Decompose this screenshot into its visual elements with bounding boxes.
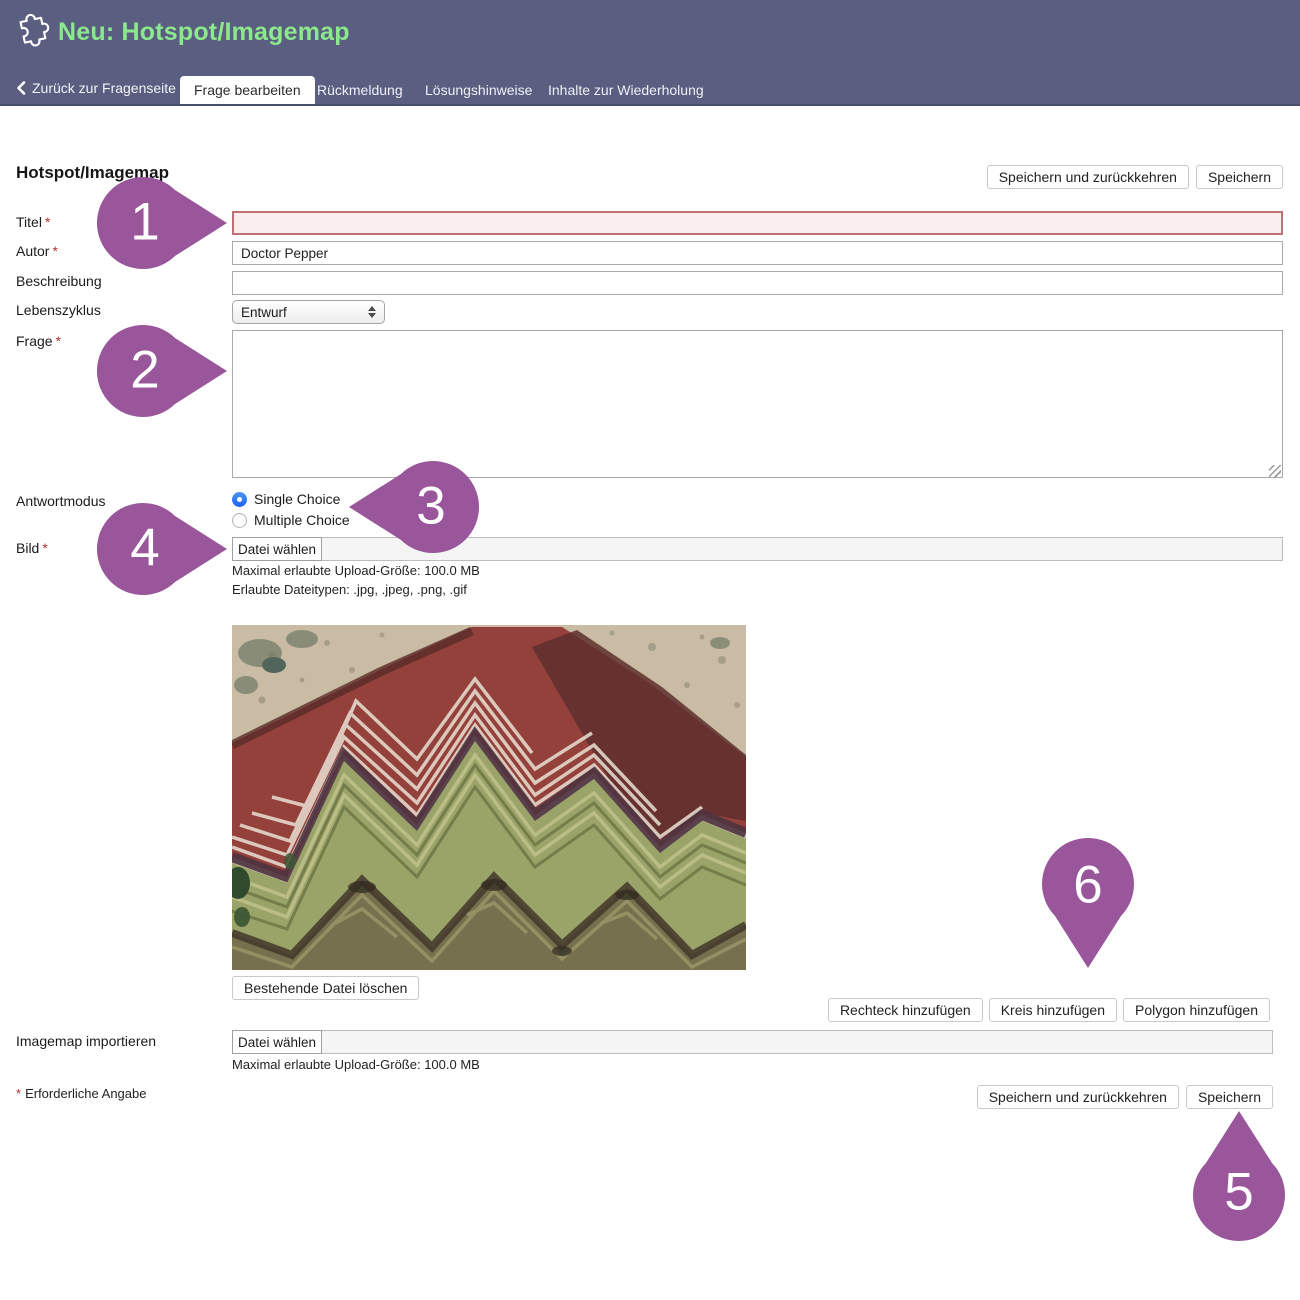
save-and-return-button-top[interactable]: Speichern und zurückkehren (987, 165, 1189, 189)
add-polygon-button[interactable]: Polygon hinzufügen (1123, 998, 1270, 1022)
radio-multiple-choice[interactable]: Multiple Choice (232, 512, 350, 528)
bottom-action-buttons: Speichern und zurückkehren Speichern (977, 1085, 1273, 1109)
save-button-top[interactable]: Speichern (1196, 165, 1283, 189)
up-down-stepper-icon (368, 306, 376, 318)
bild-choose-file-button[interactable]: Datei wählen (232, 537, 322, 561)
tab-rueckmeldung[interactable]: Rückmeldung (303, 76, 417, 104)
marker-number: 4 (130, 521, 159, 574)
resize-handle[interactable] (1269, 465, 1281, 477)
selected-option: Entwurf (241, 305, 287, 320)
app-header: Neu: Hotspot/Imagemap Zurück zur Fragens… (0, 0, 1300, 106)
marker-number: 6 (1073, 858, 1102, 911)
tab-label: Frage bearbeiten (194, 82, 301, 98)
bild-allowed-types-note: Erlaubte Dateitypen: .jpg, .jpeg, .png, … (232, 582, 467, 597)
autor-input[interactable] (232, 241, 1283, 265)
imagemap-max-upload-note: Maximal erlaubte Upload-Größe: 100.0 MB (232, 1057, 480, 1072)
titel-label: Titel* (16, 214, 50, 230)
save-and-return-button-bottom[interactable]: Speichern und zurückkehren (977, 1085, 1179, 1109)
required-fields-note: *Erforderliche Angabe (16, 1086, 146, 1101)
tab-inhalte-zur-wiederholung[interactable]: Inhalte zur Wiederholung (534, 76, 718, 104)
marker-number: 5 (1224, 1165, 1253, 1218)
imagemap-import-label: Imagemap importieren (16, 1033, 156, 1049)
tab-label: Lösungshinweise (425, 82, 532, 98)
autor-label: Autor* (16, 243, 58, 259)
lebenszyklus-select[interactable]: Entwurf (232, 300, 385, 324)
add-rectangle-button[interactable]: Rechteck hinzufügen (828, 998, 983, 1022)
bild-max-upload-note: Maximal erlaubte Upload-Größe: 100.0 MB (232, 563, 480, 578)
back-to-questions-link[interactable]: Zurück zur Fragenseite (16, 80, 176, 96)
page: Neu: Hotspot/Imagemap Zurück zur Fragens… (0, 0, 1300, 1300)
lebenszyklus-label: Lebenszyklus (16, 302, 101, 318)
marker-number: 1 (130, 195, 159, 248)
radio-unselected-icon (232, 513, 247, 528)
imagemap-file-value-field[interactable] (322, 1030, 1273, 1054)
marker-number: 2 (130, 343, 159, 396)
bild-label: Bild* (16, 540, 48, 556)
tab-loesungshinweise[interactable]: Lösungshinweise (411, 76, 546, 104)
puzzle-icon (11, 12, 51, 57)
frage-textarea[interactable] (232, 330, 1283, 478)
save-button-bottom[interactable]: Speichern (1186, 1085, 1273, 1109)
radio-single-choice[interactable]: Single Choice (232, 491, 340, 507)
radio-label: Multiple Choice (254, 512, 350, 528)
add-circle-button[interactable]: Kreis hinzufügen (989, 998, 1117, 1022)
delete-existing-file-button[interactable]: Bestehende Datei löschen (232, 976, 419, 1000)
marker-number: 3 (416, 479, 445, 532)
chevron-left-icon (16, 81, 26, 95)
beschreibung-input[interactable] (232, 271, 1283, 295)
top-action-buttons: Speichern und zurückkehren Speichern (987, 165, 1283, 189)
beschreibung-label: Beschreibung (16, 273, 102, 289)
tab-label: Rückmeldung (317, 82, 403, 98)
page-title: Neu: Hotspot/Imagemap (58, 18, 350, 47)
radio-selected-icon (232, 492, 247, 507)
back-link-label: Zurück zur Fragenseite (32, 80, 176, 96)
map-shape-buttons: Rechteck hinzufügen Kreis hinzufügen Pol… (828, 998, 1270, 1022)
tab-bar: Zurück zur Fragenseite Frage bearbeiten … (0, 76, 1300, 104)
titel-input[interactable] (232, 211, 1283, 235)
antwortmodus-label: Antwortmodus (16, 493, 105, 509)
uploaded-image-preview (232, 625, 746, 970)
tab-label: Inhalte zur Wiederholung (548, 82, 704, 98)
frage-label: Frage* (16, 333, 61, 349)
radio-label: Single Choice (254, 491, 340, 507)
tab-frage-bearbeiten[interactable]: Frage bearbeiten (180, 76, 315, 104)
imagemap-choose-file-button[interactable]: Datei wählen (232, 1030, 322, 1054)
